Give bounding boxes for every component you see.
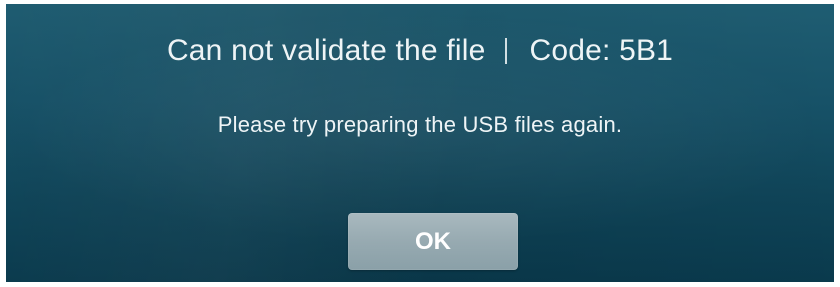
dialog-message: Please try preparing the USB files again… [217, 112, 623, 137]
ok-button-label: OK [415, 227, 451, 255]
dialog-title-row: Can not validate the file Code: 5B1 [6, 28, 834, 74]
title-separator [505, 38, 508, 64]
error-dialog: Can not validate the file Code: 5B1 Plea… [6, 4, 834, 282]
ok-button[interactable]: OK [348, 213, 518, 270]
dialog-title: Can not validate the file [166, 34, 486, 67]
error-code: Code: 5B1 [529, 34, 674, 67]
